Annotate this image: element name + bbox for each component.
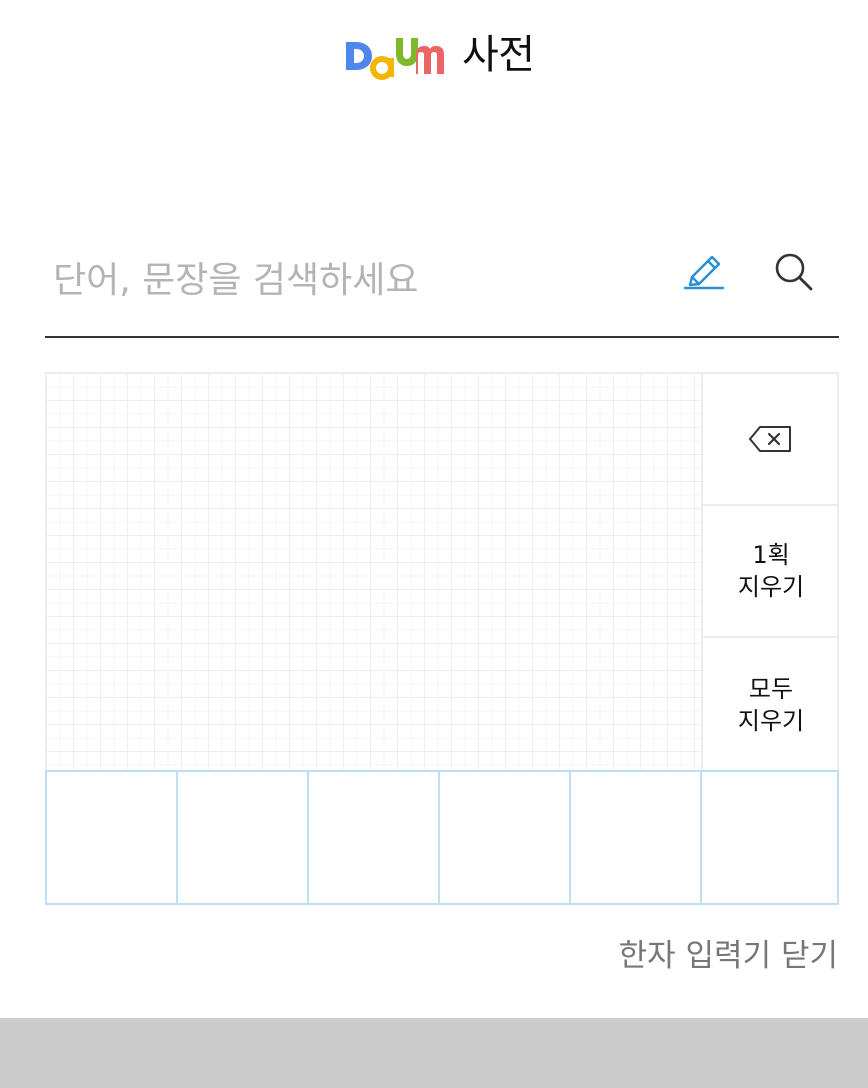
hanja-handwriting-panel: 1획 지우기 모두 지우기 <box>45 372 839 905</box>
undo-stroke-label-line1: 1획 <box>752 541 790 569</box>
backspace-button[interactable] <box>703 374 839 506</box>
search-input[interactable] <box>53 250 653 310</box>
daum-logo-icon <box>346 38 444 80</box>
candidate-list <box>45 770 839 905</box>
handwriting-canvas[interactable] <box>45 372 702 772</box>
footer-band <box>0 1018 868 1088</box>
service-title: 사전 <box>462 32 535 78</box>
close-hanja-input-link[interactable]: 한자 입력기 닫기 <box>619 932 838 980</box>
handwriting-toggle-button[interactable] <box>681 250 727 296</box>
search-button[interactable] <box>771 250 817 296</box>
candidate-cell[interactable] <box>47 772 178 903</box>
clear-all-button[interactable]: 모두 지우기 <box>703 638 839 772</box>
handwriting-controls: 1획 지우기 모두 지우기 <box>701 372 839 772</box>
pen-icon <box>683 255 725 290</box>
header: 사전 <box>0 0 868 110</box>
clear-all-label-line1: 모두 <box>748 675 794 703</box>
candidate-cell[interactable] <box>440 772 571 903</box>
candidate-cell[interactable] <box>571 772 702 903</box>
undo-stroke-label-line2: 지우기 <box>737 573 805 601</box>
undo-stroke-button[interactable]: 1획 지우기 <box>703 506 839 638</box>
backspace-icon <box>749 426 791 452</box>
daum-logo[interactable] <box>344 30 446 82</box>
candidate-cell[interactable] <box>702 772 837 903</box>
candidate-cell[interactable] <box>178 772 309 903</box>
candidate-cell[interactable] <box>309 772 440 903</box>
search-bar <box>45 236 839 338</box>
search-icon <box>775 253 813 291</box>
clear-all-label-line2: 지우기 <box>737 707 805 735</box>
